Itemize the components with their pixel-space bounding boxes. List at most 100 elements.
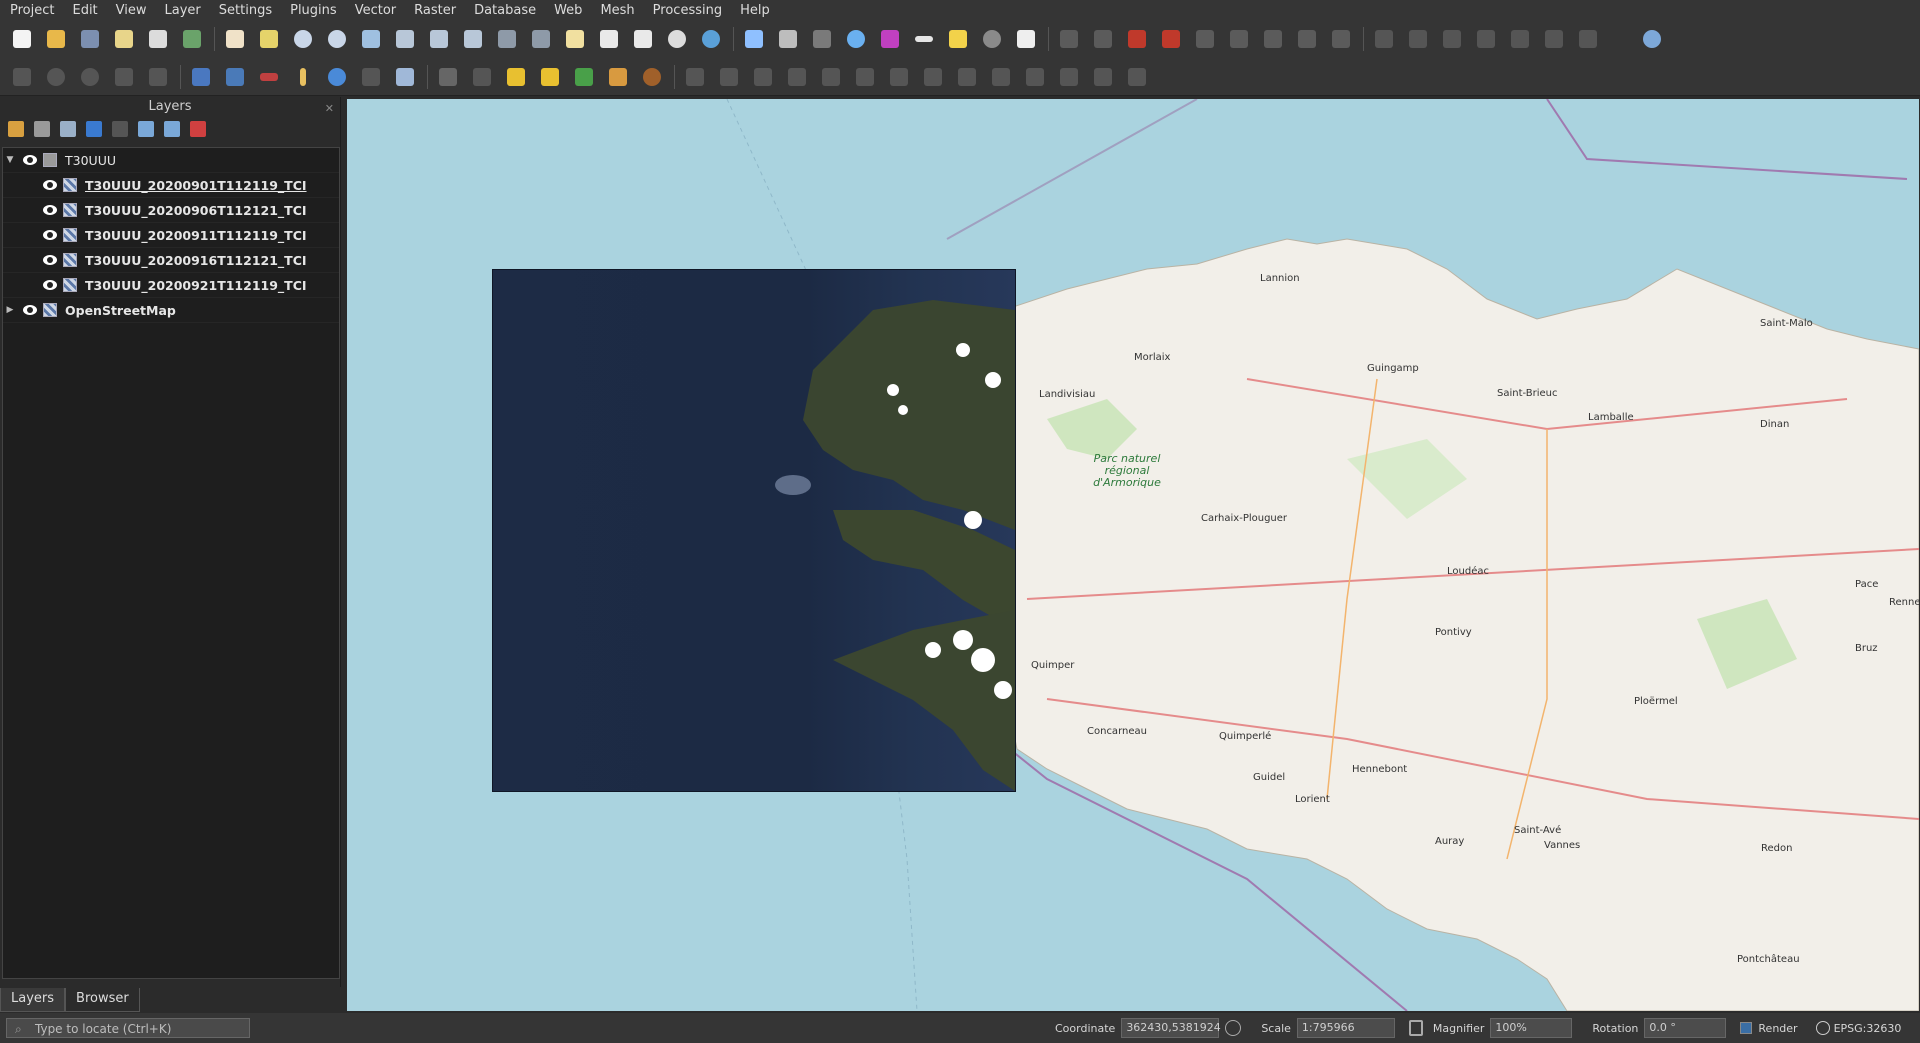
layer-row[interactable]: T30UUU_20200911T112119_TCI	[3, 223, 339, 248]
coordinate-field[interactable]: 362430,5381924	[1121, 1018, 1221, 1038]
expand-all-icon[interactable]	[138, 121, 154, 137]
collapse-all-icon[interactable]	[164, 121, 180, 137]
rotate-point-icon[interactable]	[1091, 65, 1115, 89]
zoom-last-icon[interactable]	[495, 27, 519, 51]
close-icon[interactable]: ✕	[325, 99, 334, 119]
fill-ring-icon[interactable]	[853, 65, 877, 89]
rotate-label-icon[interactable]	[1227, 27, 1251, 51]
python-console-icon[interactable]	[223, 65, 247, 89]
show-hide-labels-icon[interactable]	[1159, 27, 1183, 51]
menu-settings[interactable]: Settings	[209, 3, 280, 18]
save-project-icon[interactable]	[78, 27, 102, 51]
simplify-icon[interactable]	[751, 65, 775, 89]
collapse-arrow-icon[interactable]: ▼	[3, 155, 17, 165]
statistics-sigma-icon[interactable]	[878, 27, 902, 51]
graph-tool-icon[interactable]	[257, 65, 281, 89]
new-map-view-icon[interactable]	[563, 27, 587, 51]
show-bookmarks-icon[interactable]	[631, 27, 655, 51]
visibility-eye-icon[interactable]	[43, 280, 57, 290]
visibility-eye-icon[interactable]	[43, 180, 57, 190]
reshape-icon[interactable]	[955, 65, 979, 89]
georeferencer-icon[interactable]	[606, 65, 630, 89]
digitize-curve-icon[interactable]	[10, 65, 34, 89]
magnifier-field[interactable]: 100%	[1490, 1018, 1573, 1038]
label-tool-icon[interactable]	[1057, 27, 1081, 51]
filter-expression-icon[interactable]	[112, 121, 128, 137]
menu-layer[interactable]: Layer	[155, 3, 209, 18]
tab-layers[interactable]: Layers	[0, 988, 66, 1012]
highlight-labels-icon[interactable]	[1125, 27, 1149, 51]
search-icon[interactable]	[572, 65, 596, 89]
add-ring-icon[interactable]	[785, 65, 809, 89]
add-feature-icon[interactable]	[1474, 27, 1498, 51]
new-project-icon[interactable]	[10, 27, 34, 51]
delete-part-icon[interactable]	[921, 65, 945, 89]
menu-database[interactable]: Database	[464, 3, 544, 18]
pan-to-selection-icon[interactable]	[257, 27, 281, 51]
crs-globe-icon[interactable]	[1815, 1021, 1830, 1035]
basemap-row[interactable]: ▶ OpenStreetMap	[3, 298, 339, 323]
magic-wand-icon[interactable]	[291, 65, 315, 89]
help-icon[interactable]	[189, 65, 213, 89]
layer-group-row[interactable]: ▼ T30UUU	[3, 148, 339, 173]
menu-processing[interactable]: Processing	[643, 3, 730, 18]
remove-layer-icon[interactable]	[190, 121, 206, 137]
split-features-icon[interactable]	[1023, 65, 1047, 89]
print-layout-icon[interactable]	[146, 27, 170, 51]
rotate-feature-icon[interactable]	[717, 65, 741, 89]
add-group-icon[interactable]	[34, 121, 50, 137]
layer-row[interactable]: T30UUU_20200921T112119_TCI	[3, 273, 339, 298]
select-features-icon[interactable]	[436, 65, 460, 89]
label-tool2-icon[interactable]	[1295, 27, 1319, 51]
save-edits-icon[interactable]	[1440, 27, 1464, 51]
grid-icon[interactable]	[1125, 65, 1149, 89]
zoom-out-icon[interactable]	[325, 27, 349, 51]
deselect-icon[interactable]	[504, 65, 528, 89]
menu-project[interactable]: Project	[0, 3, 62, 18]
zoom-layer-icon[interactable]	[427, 27, 451, 51]
visibility-eye-icon[interactable]	[43, 230, 57, 240]
digitize-circle-icon[interactable]	[44, 65, 68, 89]
offset-curve-icon[interactable]	[989, 65, 1013, 89]
menu-vector[interactable]: Vector	[345, 3, 404, 18]
select-by-value-icon[interactable]	[470, 65, 494, 89]
toggle-extents-icon[interactable]	[1225, 1020, 1242, 1036]
modify-attributes-icon[interactable]	[1542, 27, 1566, 51]
identify-features-icon[interactable]	[742, 27, 766, 51]
locator-search-field[interactable]: ⌕ Type to locate (Ctrl+K)	[6, 1018, 250, 1038]
advanced-digitize-icon[interactable]	[683, 65, 707, 89]
settings-gear-icon[interactable]	[844, 27, 868, 51]
change-label-icon[interactable]	[1261, 27, 1285, 51]
new-bookmark-icon[interactable]	[597, 27, 621, 51]
pin-labels-icon[interactable]	[1091, 27, 1115, 51]
vertex-tool-icon[interactable]	[1508, 27, 1532, 51]
label-tool3-icon[interactable]	[1329, 27, 1353, 51]
digitize-icon[interactable]	[1372, 27, 1396, 51]
visibility-eye-icon[interactable]	[23, 305, 37, 315]
temporal-controller-icon[interactable]	[665, 27, 689, 51]
crs-label[interactable]: EPSG:32630	[1834, 1022, 1902, 1035]
menu-view[interactable]: View	[106, 3, 155, 18]
digitize-rectangle-icon[interactable]	[112, 65, 136, 89]
layer-row[interactable]: T30UUU_20200916T112121_TCI	[3, 248, 339, 273]
measure-line-icon[interactable]	[912, 27, 936, 51]
snail-plugin-icon[interactable]	[640, 65, 664, 89]
zoom-native-icon[interactable]	[461, 27, 485, 51]
rotation-field[interactable]: 0.0 °	[1644, 1018, 1727, 1038]
zoom-in-icon[interactable]	[291, 27, 315, 51]
pan-icon[interactable]	[223, 27, 247, 51]
add-layer-icon[interactable]	[393, 65, 417, 89]
toggle-editing-icon[interactable]	[1406, 27, 1430, 51]
move-label-icon[interactable]	[1193, 27, 1217, 51]
visibility-eye-icon[interactable]	[43, 205, 57, 215]
filter-legend-icon[interactable]	[86, 121, 102, 137]
tab-browser[interactable]: Browser	[65, 988, 140, 1012]
undo-icon[interactable]	[325, 65, 349, 89]
add-part-icon[interactable]	[819, 65, 843, 89]
menu-plugins[interactable]: Plugins	[280, 3, 345, 18]
text-annotation-icon[interactable]	[1014, 27, 1038, 51]
field-calculator-icon[interactable]	[810, 27, 834, 51]
refresh-icon[interactable]	[699, 27, 723, 51]
render-checkbox[interactable]	[1740, 1022, 1753, 1034]
zoom-selection-icon[interactable]	[393, 27, 417, 51]
